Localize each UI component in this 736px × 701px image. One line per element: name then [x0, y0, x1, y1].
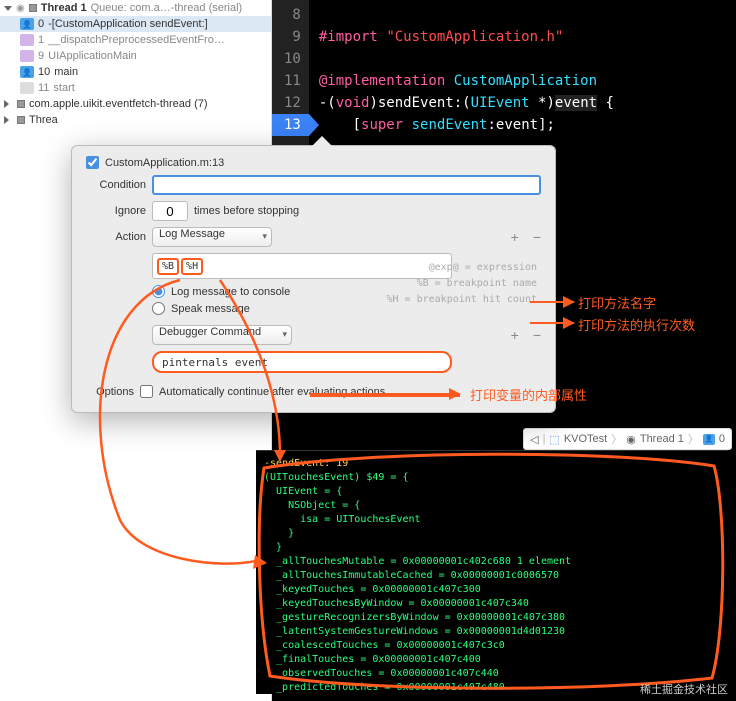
disclosure-triangle-icon[interactable] — [4, 6, 12, 11]
condition-label: Condition — [86, 179, 146, 191]
action-type-select[interactable]: Log Message — [152, 227, 272, 247]
frame-number: 0 — [38, 18, 44, 30]
remove-action-button[interactable]: − — [533, 229, 541, 245]
auto-continue-checkbox[interactable] — [140, 385, 153, 398]
debug-console[interactable]: -sendEvent: 19 (UITouchesEvent) $49 = { … — [256, 450, 728, 694]
frame-number: 11 — [38, 82, 49, 94]
frame-icon: 👤 — [20, 66, 34, 78]
token-breakpoint-name: %B — [157, 258, 179, 275]
frame-label: -[CustomApplication sendEvent:] — [48, 18, 208, 30]
stack-frame-0[interactable]: 👤 0 -[CustomApplication sendEvent:] — [0, 16, 271, 32]
frame-icon: 👤 — [703, 434, 715, 445]
stack-frame-10[interactable]: 👤 10 main — [0, 64, 271, 80]
frame-label: main — [54, 66, 78, 78]
annotation-method-name: 打印方法名字 — [578, 293, 656, 312]
ignore-suffix: times before stopping — [194, 205, 299, 217]
log-to-console-radio[interactable] — [152, 285, 165, 298]
speak-message-label: Speak message — [171, 303, 250, 315]
watermark: 稀土掘金技术社区 — [640, 681, 728, 697]
disclosure-triangle-icon[interactable] — [4, 116, 13, 124]
thread-icon — [17, 116, 25, 124]
frame-icon — [20, 50, 34, 62]
action2-type-select[interactable]: Debugger Command — [152, 325, 292, 345]
add-action-button[interactable]: + — [511, 229, 519, 245]
thread-3-row[interactable]: Threa — [0, 112, 271, 128]
frame-number: 1 — [38, 34, 44, 46]
thread-icon — [17, 100, 25, 108]
frame-icon: 👤 — [20, 18, 34, 30]
ignore-label: Ignore — [86, 205, 146, 217]
thread-1-row[interactable]: ◉ Thread 1 Queue: com.a…-thread (serial) — [0, 0, 271, 16]
breakpoint-editor-popover: CustomApplication.m:13 Condition Ignore … — [71, 145, 556, 413]
arrow-icon — [310, 393, 460, 397]
frame-icon — [20, 34, 34, 46]
condition-input[interactable] — [152, 175, 541, 195]
action-label: Action — [86, 231, 146, 243]
thread-label: Thread 1 — [41, 2, 87, 14]
thread-icon — [29, 4, 37, 12]
frame-number: 9 — [38, 50, 44, 62]
thread-2-row[interactable]: com.apple.uikit.eventfetch-thread (7) — [0, 96, 271, 112]
eye-icon: ◉ — [16, 3, 25, 14]
popover-title: CustomApplication.m:13 — [105, 157, 224, 169]
debugger-command-input[interactable]: pinternals event — [152, 351, 452, 373]
speak-message-radio[interactable] — [152, 302, 165, 315]
breadcrumb-frame[interactable]: 0 — [719, 433, 725, 445]
remove-action-button[interactable]: − — [533, 327, 541, 343]
stack-frame-9[interactable]: 9 UIApplicationMain — [0, 48, 271, 64]
ignore-count-input[interactable] — [152, 201, 188, 221]
options-label: Options — [86, 386, 134, 398]
thread-queue-label: Queue: com.a…-thread (serial) — [91, 2, 243, 14]
frame-label: UIApplicationMain — [48, 50, 137, 62]
annotation-internal-props: 打印变量的内部属性 — [470, 385, 587, 404]
stack-frame-1[interactable]: 1 __dispatchPreprocessedEventFro… — [0, 32, 271, 48]
add-action-button[interactable]: + — [511, 327, 519, 343]
annotation-hit-count: 打印方法的执行次数 — [578, 315, 695, 334]
frame-number: 10 — [38, 66, 50, 78]
breakpoint-enabled-checkbox[interactable] — [86, 156, 99, 169]
frame-label: start — [53, 82, 74, 94]
debug-breadcrumb-bar[interactable]: ◁ | ⬚ KVOTest 〉 ◉ Thread 1 〉 👤 0 — [523, 428, 732, 450]
disclosure-triangle-icon[interactable] — [4, 100, 13, 108]
breadcrumb-thread[interactable]: Thread 1 — [640, 433, 684, 445]
log-to-console-label: Log message to console — [171, 286, 290, 298]
arrow-icon — [530, 322, 574, 324]
nav-back-icon[interactable]: ◁ — [530, 433, 538, 446]
stack-frame-11[interactable]: 11 start — [0, 80, 271, 96]
frame-label: __dispatchPreprocessedEventFro… — [48, 34, 225, 46]
thread-label: Threa — [29, 114, 58, 126]
token-hit-count: %H — [181, 258, 203, 275]
arrow-icon — [530, 301, 574, 303]
thread-label: com.apple.uikit.eventfetch-thread (7) — [29, 98, 208, 110]
frame-icon — [20, 82, 34, 94]
format-hints: @exp@ = expression %B = breakpoint name … — [386, 260, 537, 308]
breadcrumb-project[interactable]: KVOTest — [564, 433, 607, 445]
